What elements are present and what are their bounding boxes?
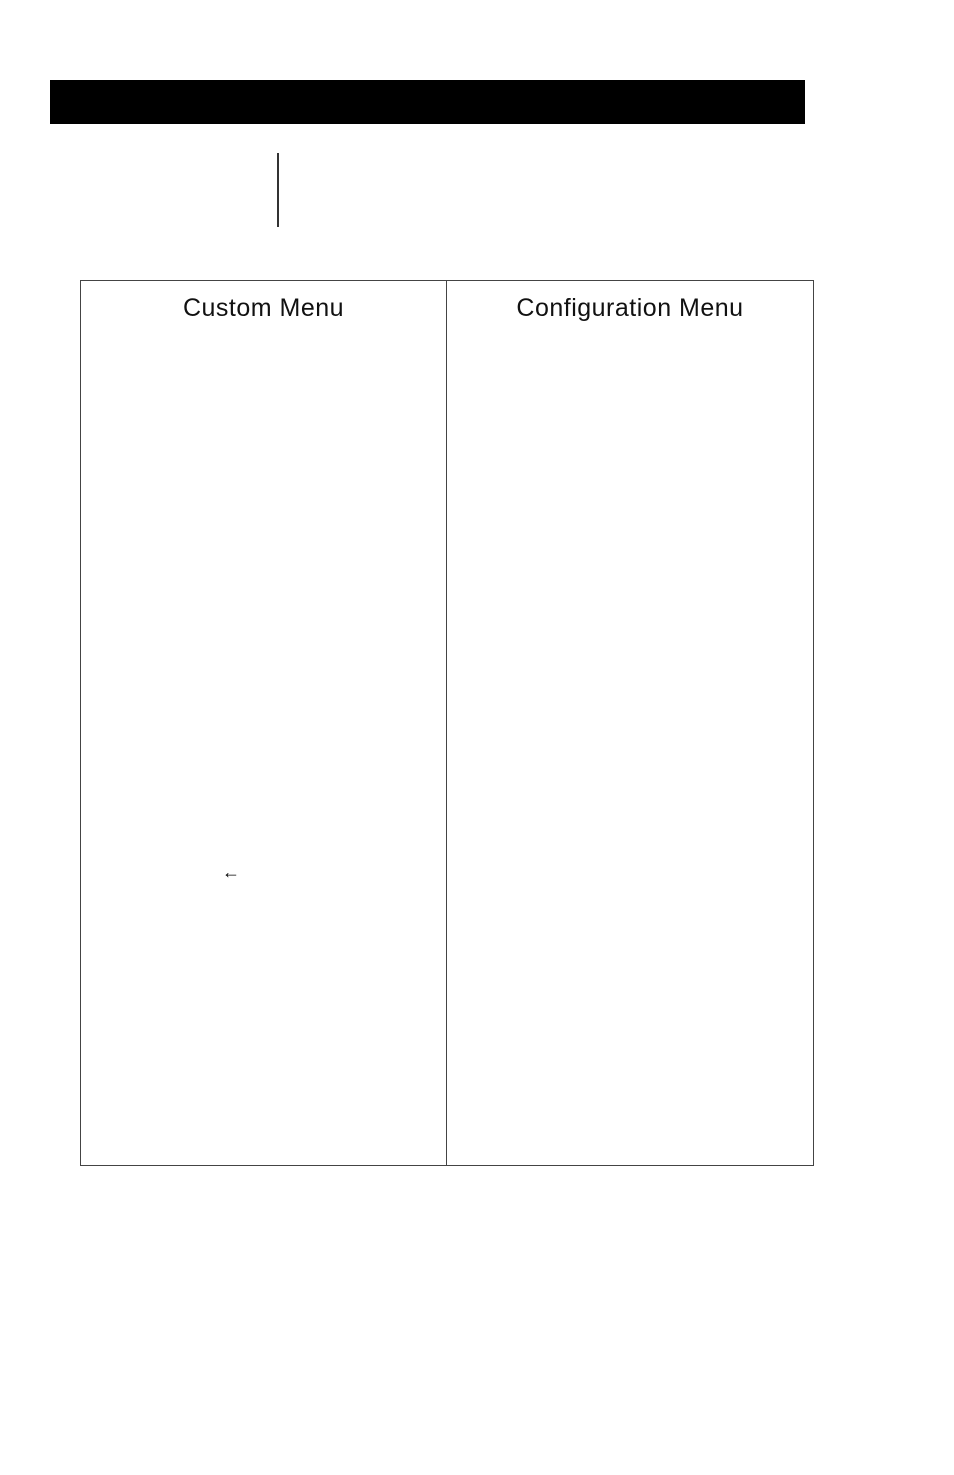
table-header-row: Custom Menu Configuration Menu (81, 281, 813, 333)
custom-menu-body (81, 333, 447, 1165)
table-body-row (81, 333, 813, 1165)
configuration-menu-body (447, 333, 813, 1165)
menu-table: Custom Menu Configuration Menu (80, 280, 814, 1166)
vertical-divider (277, 153, 279, 227)
configuration-menu-header: Configuration Menu (447, 281, 813, 333)
header-bar (50, 80, 805, 124)
custom-menu-header: Custom Menu (81, 281, 447, 333)
arrow-left-icon: ← (222, 862, 240, 883)
